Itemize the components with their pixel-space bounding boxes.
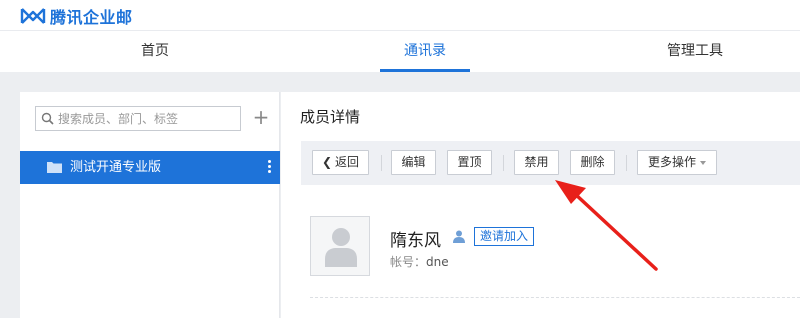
avatar xyxy=(310,216,370,276)
action-toolbar: ❮ 返回 编辑 置顶 禁用 删除 更多操作 xyxy=(301,141,800,185)
back-label: 返回 xyxy=(335,155,360,169)
caret-down-icon xyxy=(700,160,706,165)
app-name: 腾讯企业邮 xyxy=(50,8,133,27)
logo-icon xyxy=(20,8,46,24)
main-nav: 首页 通讯录 管理工具 xyxy=(0,30,800,72)
member-name: 隋东风 xyxy=(390,231,441,251)
tab-home[interactable]: 首页 xyxy=(110,31,200,73)
active-tab-indicator xyxy=(380,69,470,72)
member-detail-panel: 成员详情 ❮ 返回 编辑 置顶 禁用 删除 更多操作 隋东风 邀请加入 帐号：dn… xyxy=(281,92,800,318)
disable-button[interactable]: 禁用 xyxy=(514,150,559,175)
divider xyxy=(503,155,504,171)
search-icon xyxy=(41,112,54,125)
folder-icon xyxy=(47,162,62,173)
more-actions-dropdown[interactable]: 更多操作 xyxy=(637,150,717,175)
section-divider xyxy=(310,297,800,298)
more-actions-label: 更多操作 xyxy=(647,155,696,169)
department-item[interactable]: 测试开通专业版 xyxy=(20,151,280,184)
more-options-icon[interactable] xyxy=(268,160,272,175)
department-label: 测试开通专业版 xyxy=(70,160,162,175)
account-value: dne xyxy=(426,255,449,269)
pin-button[interactable]: 置顶 xyxy=(447,150,492,175)
tab-admin-tools[interactable]: 管理工具 xyxy=(650,31,740,73)
top-bar: 腾讯企业邮 xyxy=(0,0,800,30)
account-info: 帐号：dne xyxy=(390,253,449,270)
sidebar: + 测试开通专业版 xyxy=(20,92,280,318)
default-avatar-icon xyxy=(325,228,357,267)
add-icon[interactable]: + xyxy=(250,106,272,130)
chevron-left-icon: ❮ xyxy=(321,155,333,169)
divider xyxy=(626,155,627,171)
delete-button[interactable]: 删除 xyxy=(570,150,615,175)
search-input[interactable] xyxy=(58,109,236,128)
page-title: 成员详情 xyxy=(300,108,361,126)
edit-button[interactable]: 编辑 xyxy=(391,150,436,175)
divider xyxy=(381,155,382,171)
tab-contacts[interactable]: 通讯录 xyxy=(380,31,470,73)
invite-button[interactable]: 邀请加入 xyxy=(474,227,535,246)
account-label: 帐号： xyxy=(390,255,427,269)
logo: 腾讯企业邮 xyxy=(20,4,133,28)
member-search[interactable] xyxy=(35,106,241,131)
person-icon xyxy=(453,230,465,243)
back-button[interactable]: ❮ 返回 xyxy=(312,150,369,175)
